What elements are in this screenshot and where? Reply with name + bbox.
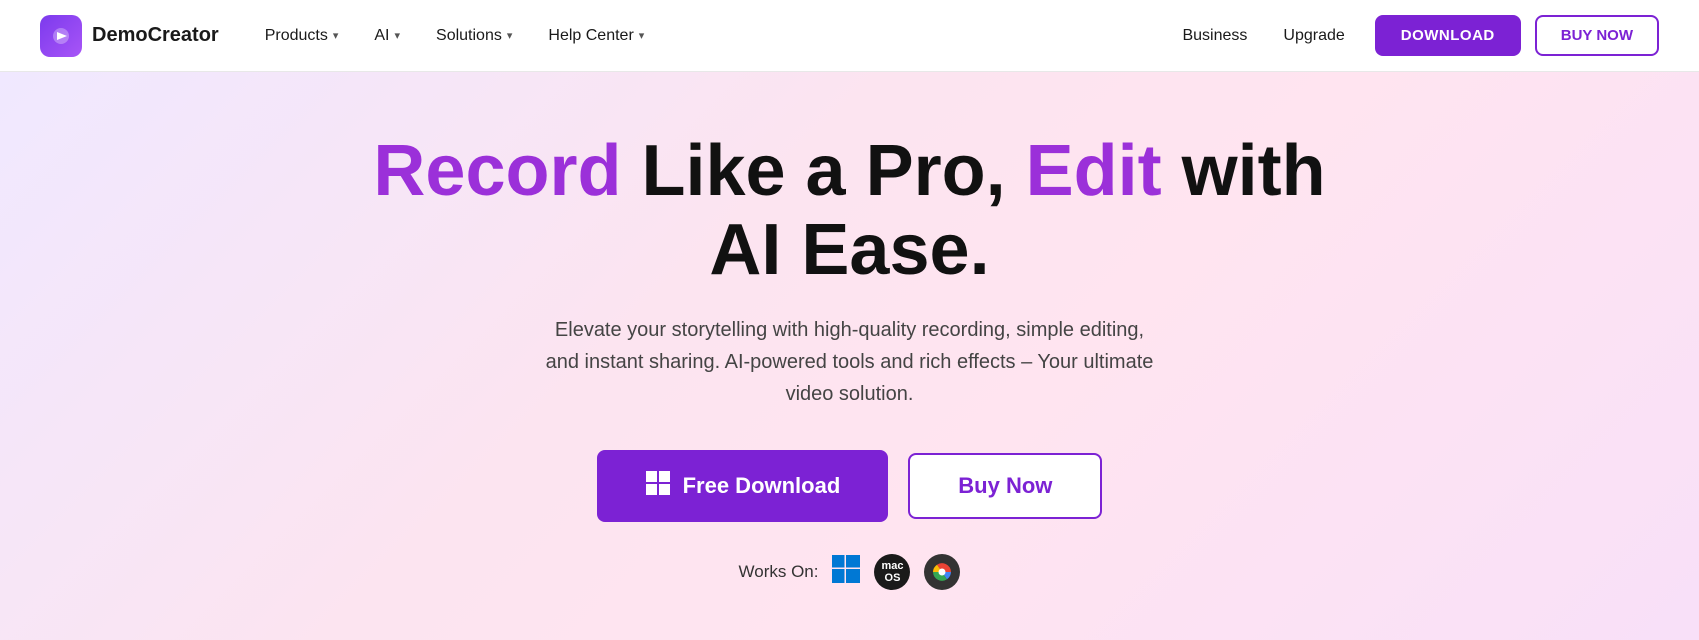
windows-icon <box>645 470 671 502</box>
nav-ai[interactable]: AI ▾ <box>358 19 416 53</box>
logo[interactable]: DemoCreator <box>40 15 219 57</box>
hero-title: Record Like a Pro, Edit with AI Ease. <box>350 132 1350 290</box>
nav-help-center[interactable]: Help Center ▾ <box>532 19 660 53</box>
buy-now-button[interactable]: Buy Now <box>908 453 1102 519</box>
hero-buttons: Free Download Buy Now <box>597 450 1103 522</box>
navbar: DemoCreator Products ▾ AI ▾ Solutions ▾ … <box>0 0 1699 72</box>
nav-business[interactable]: Business <box>1166 19 1263 53</box>
buynow-button[interactable]: BUY NOW <box>1535 15 1659 56</box>
hero-subtitle: Elevate your storytelling with high-qual… <box>540 314 1160 410</box>
windows-os-icon <box>832 555 860 590</box>
download-button[interactable]: DOWNLOAD <box>1375 15 1521 56</box>
title-record: Record <box>373 131 621 211</box>
hero-section: Record Like a Pro, Edit with AI Ease. El… <box>0 72 1699 640</box>
chevron-down-icon: ▾ <box>639 29 645 42</box>
nav-products[interactable]: Products ▾ <box>249 19 355 53</box>
logo-icon <box>40 15 82 57</box>
brand-name: DemoCreator <box>92 24 219 47</box>
macos-icon: macOS <box>874 554 910 590</box>
title-edit: Edit <box>1026 131 1162 211</box>
nav-solutions[interactable]: Solutions ▾ <box>420 19 528 53</box>
chevron-down-icon: ▾ <box>333 29 339 42</box>
chevron-down-icon: ▾ <box>395 29 401 42</box>
chrome-icon <box>924 554 960 590</box>
chevron-down-icon: ▾ <box>507 29 513 42</box>
works-on: Works On: macOS <box>739 554 961 590</box>
nav-upgrade[interactable]: Upgrade <box>1267 19 1360 53</box>
title-middle: Like a Pro, <box>621 131 1025 211</box>
free-download-button[interactable]: Free Download <box>597 450 889 522</box>
nav-links: Products ▾ AI ▾ Solutions ▾ Help Center … <box>249 15 1659 56</box>
